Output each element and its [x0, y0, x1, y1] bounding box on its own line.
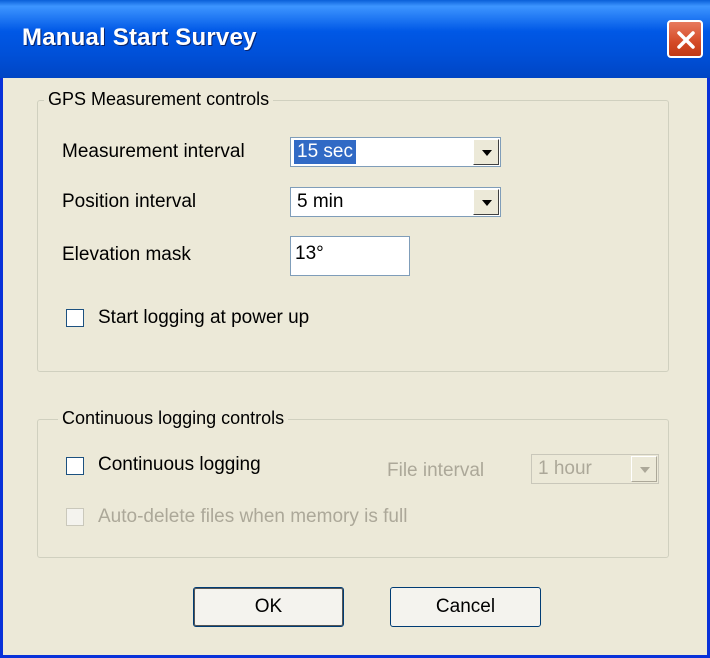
elevation-mask-label: Elevation mask — [62, 244, 191, 265]
close-button[interactable] — [667, 20, 703, 58]
elevation-mask-field[interactable]: 13° — [290, 236, 410, 276]
dropdown-arrow-icon[interactable] — [473, 139, 499, 165]
position-interval-value: 5 min — [297, 191, 344, 212]
measurement-interval-select[interactable]: 15 sec — [290, 137, 501, 167]
ok-button[interactable]: OK — [193, 587, 344, 627]
continuous-logging-checkbox[interactable] — [66, 457, 84, 475]
dropdown-arrow-icon[interactable] — [631, 456, 657, 482]
position-interval-label: Position interval — [62, 191, 197, 212]
file-interval-value: 1 hour — [538, 458, 592, 479]
group-title: Continuous logging controls — [58, 408, 289, 429]
file-interval-label: File interval — [387, 460, 485, 481]
group-title: GPS Measurement controls — [44, 89, 274, 110]
start-logging-label[interactable]: Start logging at power up — [98, 307, 309, 329]
dialog-window: Manual Start Survey GPS Measurement cont… — [0, 0, 710, 658]
auto-delete-label: Auto-delete files when memory is full — [98, 506, 408, 527]
window-title: Manual Start Survey — [22, 24, 257, 51]
file-interval-select[interactable]: 1 hour — [531, 454, 659, 484]
continuous-logging-label[interactable]: Continuous logging — [98, 454, 261, 476]
cancel-button[interactable]: Cancel — [390, 587, 541, 627]
measurement-interval-value: 15 sec — [294, 140, 356, 164]
position-interval-select[interactable]: 5 min — [290, 187, 501, 217]
auto-delete-checkbox[interactable] — [66, 508, 84, 526]
continuous-logging-group: Continuous logging controls — [37, 408, 669, 558]
title-bar[interactable]: Manual Start Survey — [0, 0, 710, 78]
start-logging-checkbox[interactable] — [66, 309, 84, 327]
close-icon — [677, 31, 695, 49]
dropdown-arrow-icon[interactable] — [473, 189, 499, 215]
measurement-interval-label: Measurement interval — [62, 141, 245, 162]
